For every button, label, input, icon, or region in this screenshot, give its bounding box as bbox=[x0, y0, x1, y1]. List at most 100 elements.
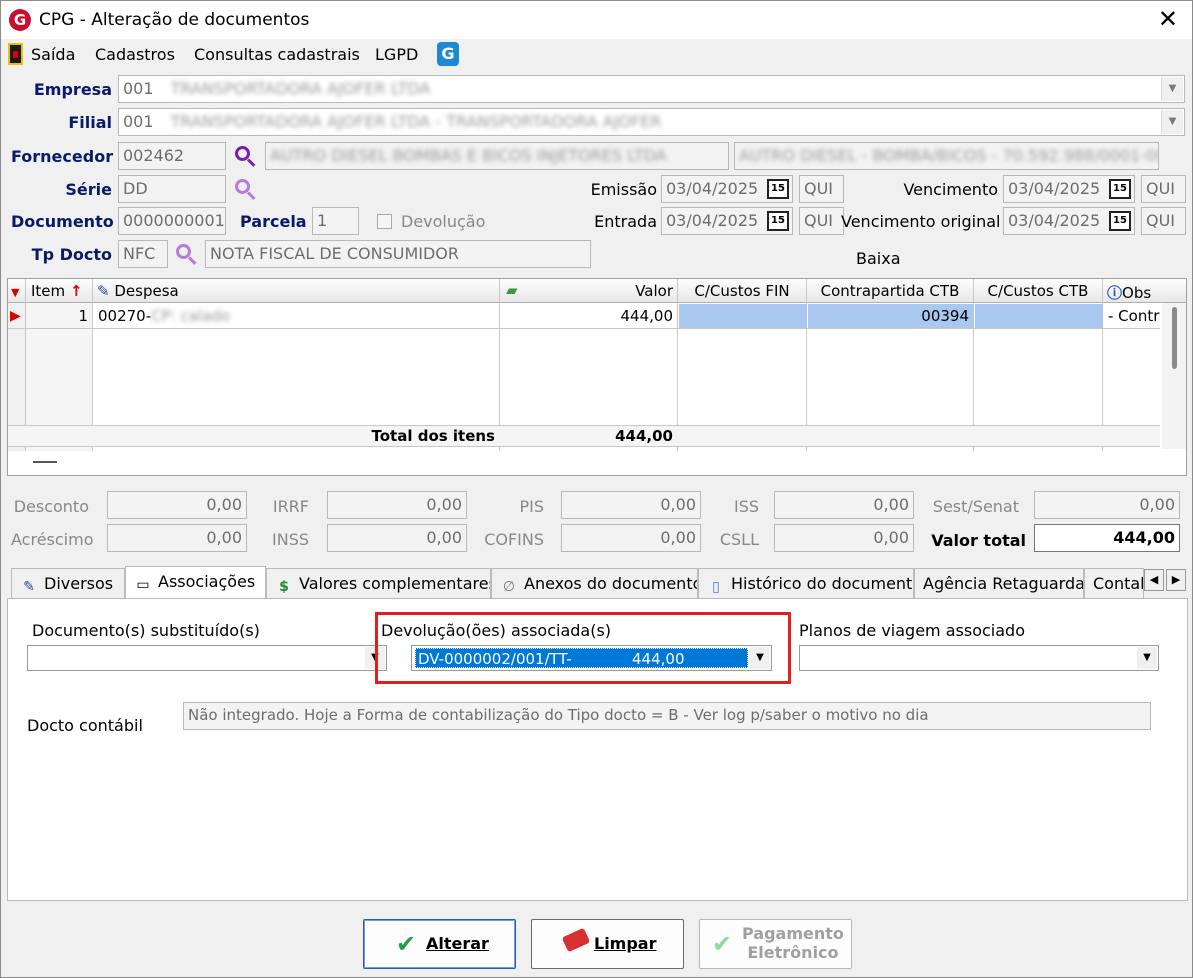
row-despesa: 00270-CP: calado bbox=[98, 307, 230, 325]
empresa-name: TRANSPORTADORA AJOFER LTDA bbox=[170, 79, 431, 98]
info-icon: ⓘ bbox=[1107, 284, 1123, 302]
chevron-down-icon[interactable]: ▼ bbox=[1137, 647, 1157, 669]
documento-substituido-label: Documento(s) substituído(s) bbox=[32, 621, 260, 640]
col-header-ccfin[interactable]: C/Custos FIN bbox=[678, 279, 807, 303]
col-header-contrapartida[interactable]: Contrapartida CTB bbox=[807, 279, 974, 303]
empresa-label: Empresa bbox=[33, 80, 112, 99]
desconto-label: Desconto bbox=[13, 497, 89, 516]
documento-substituido-select[interactable]: ▼ bbox=[27, 645, 387, 671]
tpdocto-code-field[interactable]: NFC bbox=[118, 240, 168, 268]
tab-historico[interactable]: ▯ Histórico do documento bbox=[698, 568, 914, 598]
documento-label: Documento bbox=[11, 212, 114, 231]
devolucao-checkbox[interactable] bbox=[377, 214, 392, 229]
row-item: 1 bbox=[78, 307, 88, 325]
col-header-obs[interactable]: ⓘObs bbox=[1103, 279, 1186, 303]
check-icon: ✔ bbox=[712, 930, 733, 958]
search-icon[interactable] bbox=[176, 244, 198, 266]
inss-field: 0,00 bbox=[327, 524, 467, 552]
filial-label: Filial bbox=[68, 113, 112, 132]
col-header-valor[interactable]: ▰ Valor bbox=[500, 279, 678, 303]
paperclip-icon: ∅ bbox=[502, 579, 516, 595]
tab-anexos[interactable]: ∅ Anexos do documento bbox=[491, 568, 698, 598]
eraser-icon bbox=[561, 927, 591, 953]
tab-associacoes[interactable]: ▭ Associações bbox=[125, 566, 266, 599]
fornecedor-name2-field: AUTRO DIESEL - BOMBA/BICOS - 70.592.988/… bbox=[734, 142, 1159, 170]
row-contrapartida: 00394 bbox=[921, 307, 969, 325]
monitor-icon: ▭ bbox=[136, 577, 150, 593]
sort-icon: ↑ bbox=[69, 282, 83, 300]
col-header-despesa[interactable]: ✎ Despesa bbox=[93, 279, 500, 303]
table-row[interactable]: ▶ 1 00270-CP: calado 444,00 00394 - Cont… bbox=[8, 304, 1160, 329]
entrada-label: Entrada bbox=[594, 212, 657, 231]
documento-field[interactable]: 0000000001 bbox=[118, 207, 226, 235]
current-row-indicator-icon: ▶ bbox=[10, 308, 21, 324]
splitter-handle[interactable] bbox=[33, 461, 57, 463]
alterar-button[interactable]: ✔ Alterar bbox=[363, 919, 516, 969]
menu-consultas-cadastrais[interactable]: Consultas cadastrais bbox=[194, 45, 360, 64]
filial-name: TRANSPORTADORA AJOFER LTDA - TRANSPORTAD… bbox=[170, 112, 662, 131]
calendar-icon[interactable]: 15 bbox=[1109, 211, 1131, 231]
vencimento-label: Vencimento bbox=[903, 180, 998, 199]
exit-door-icon[interactable] bbox=[8, 43, 23, 65]
sest-senat-field: 0,00 bbox=[1034, 491, 1180, 519]
acrescimo-field: 0,00 bbox=[107, 524, 247, 552]
tab-scroll-right-icon[interactable]: ▶ bbox=[1166, 569, 1186, 591]
row-valor: 444,00 bbox=[620, 307, 674, 325]
vencimento-day: QUI bbox=[1141, 175, 1186, 203]
tpdocto-name-field: NOTA FISCAL DE CONSUMIDOR bbox=[205, 240, 591, 268]
menu-cadastros[interactable]: Cadastros bbox=[95, 45, 175, 64]
row-ccctb-cell[interactable] bbox=[975, 304, 1103, 328]
chevron-down-icon[interactable]: ▼ bbox=[750, 647, 770, 669]
tab-agencia-retaguarda[interactable]: Agência Retaguarda bbox=[914, 568, 1084, 598]
money-icon: ▰ bbox=[506, 281, 518, 299]
calendar-icon[interactable]: 15 bbox=[1109, 179, 1131, 199]
serie-field[interactable]: DD bbox=[118, 175, 226, 203]
planos-viagem-select[interactable]: ▼ bbox=[799, 645, 1159, 671]
emissao-day: QUI bbox=[799, 175, 844, 203]
chevron-down-icon[interactable]: ▼ bbox=[1161, 110, 1183, 134]
fornecedor-label: Fornecedor bbox=[11, 147, 114, 166]
col-header-item[interactable]: Item ↑ bbox=[26, 279, 93, 303]
fornecedor-code-field[interactable]: 002462 bbox=[118, 142, 226, 170]
cofins-label: COFINS bbox=[484, 530, 544, 549]
menu-saida[interactable]: Saída bbox=[31, 45, 75, 64]
devolucoes-associadas-select[interactable]: DV-0000002/001/TT- 444,00 ▼ bbox=[411, 645, 772, 671]
filial-code: 001 bbox=[123, 112, 154, 131]
chevron-down-icon[interactable]: ▼ bbox=[1161, 77, 1183, 101]
vencimento-original-label: Vencimento original bbox=[841, 212, 1001, 231]
tab-valores-complementares[interactable]: $ Valores complementares bbox=[266, 568, 491, 598]
edit-icon: ✎ bbox=[23, 579, 35, 595]
filial-select[interactable]: 001 TRANSPORTADORA AJOFER LTDA - TRANSPO… bbox=[118, 108, 1185, 136]
inss-label: INSS bbox=[272, 530, 309, 549]
parcela-label: Parcela bbox=[240, 212, 307, 231]
row-obs: - Contra bbox=[1108, 307, 1160, 325]
col-header-ccctb[interactable]: C/Custos CTB bbox=[974, 279, 1103, 303]
grid-scrollbar-thumb[interactable] bbox=[1172, 307, 1177, 369]
csll-field: 0,00 bbox=[774, 524, 914, 552]
cofins-field: 0,00 bbox=[561, 524, 701, 552]
tab-contal[interactable]: Contal bbox=[1084, 568, 1144, 598]
menu-lgpd[interactable]: LGPD bbox=[375, 45, 418, 64]
empresa-select[interactable]: 001 TRANSPORTADORA AJOFER LTDA ▼ bbox=[118, 75, 1185, 103]
pagamento-eletronico-button[interactable]: ✔ Pagamento Eletrônico bbox=[699, 919, 852, 969]
docto-contabil-label: Docto contábil bbox=[27, 716, 143, 735]
desconto-field: 0,00 bbox=[107, 491, 247, 519]
tpdocto-label: Tp Docto bbox=[31, 245, 112, 264]
calendar-icon[interactable]: 15 bbox=[767, 179, 789, 199]
g-app-icon[interactable]: G bbox=[437, 42, 459, 66]
planos-viagem-label: Planos de viagem associado bbox=[799, 621, 1025, 640]
window-title: CPG - Alteração de documentos bbox=[39, 10, 310, 30]
search-icon[interactable] bbox=[235, 146, 257, 168]
row-ccfin-cell[interactable] bbox=[679, 304, 807, 328]
parcela-field[interactable]: 1 bbox=[312, 207, 359, 235]
limpar-button[interactable]: Limpar bbox=[531, 919, 684, 969]
tab-scroll-left-icon[interactable]: ◀ bbox=[1144, 569, 1164, 591]
close-icon[interactable]: ✕ bbox=[1158, 5, 1178, 33]
search-icon[interactable] bbox=[235, 179, 257, 201]
calendar-icon[interactable]: 15 bbox=[767, 211, 789, 231]
acrescimo-label: Acréscimo bbox=[11, 530, 94, 549]
dollar-icon: $ bbox=[279, 579, 289, 595]
tab-diversos[interactable]: ✎ Diversos bbox=[11, 568, 125, 598]
row-indicator-header: ▼ bbox=[8, 279, 26, 303]
sest-senat-label: Sest/Senat bbox=[932, 497, 1019, 516]
